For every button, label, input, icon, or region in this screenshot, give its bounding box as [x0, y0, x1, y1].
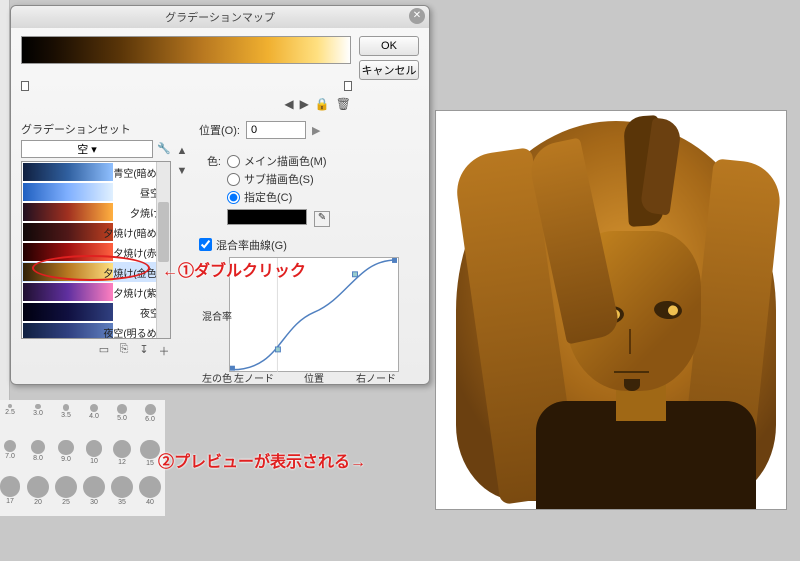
curve-checkbox[interactable]: 混合率曲線(G) — [199, 237, 419, 253]
gradient-preset-item[interactable]: 夕焼け(紫) — [22, 282, 170, 302]
position-label: 位置(O): — [199, 122, 240, 138]
position-stepper-icon[interactable]: ▶ — [312, 124, 320, 137]
gradient-preset-item[interactable]: 夕焼け — [22, 202, 170, 222]
brush-size-item[interactable]: 17 — [0, 476, 21, 506]
gradient-map-dialog: グラデーションマップ ✕ OK キャンセル ◀ ▶ 🔒 🗑 グラデーションセット — [10, 5, 430, 385]
move-up-icon[interactable]: ▲ — [175, 145, 189, 159]
eyedropper-icon[interactable]: ✎ — [314, 211, 330, 227]
color-swatch[interactable] — [227, 209, 307, 225]
mixing-curve-graph[interactable]: 混合率 左の色 左ノード 位置 右ノード — [229, 257, 399, 372]
gradient-preview-bar[interactable] — [21, 36, 351, 64]
dialog-titlebar[interactable]: グラデーションマップ ✕ — [11, 6, 429, 28]
color-label: 色: — [199, 153, 221, 227]
brush-size-palette: 2.53.03.54.05.06.07.08.09.01012151720253… — [0, 400, 165, 516]
gradient-preset-item[interactable]: 夜空 — [22, 302, 170, 322]
brush-size-item[interactable]: 6.0 — [139, 404, 161, 434]
brush-size-item[interactable]: 20 — [27, 476, 49, 506]
close-icon[interactable]: ✕ — [409, 8, 425, 24]
add-icon[interactable]: ＋ — [157, 343, 171, 357]
brush-size-item[interactable]: 9.0 — [55, 440, 77, 470]
brush-size-item[interactable]: 15 — [139, 440, 161, 470]
radio-custom-color[interactable]: 指定色(C) — [227, 189, 330, 205]
next-stop-icon[interactable]: ▶ — [300, 97, 309, 111]
brush-size-item[interactable]: 3.0 — [27, 404, 49, 434]
gradient-preset-item[interactable]: 夕焼け(暗め) — [22, 222, 170, 242]
brush-size-item[interactable]: 8.0 — [27, 440, 49, 470]
lock-icon[interactable]: 🔒 — [315, 97, 330, 111]
gradient-preset-item[interactable]: 夕焼け(金色) — [22, 262, 170, 282]
gradient-stops[interactable] — [21, 79, 351, 91]
brush-size-item[interactable]: 4.0 — [83, 404, 105, 434]
move-down-icon[interactable]: ▼ — [175, 165, 189, 179]
list-scrollbar[interactable] — [156, 162, 170, 338]
brush-size-item[interactable]: 10 — [83, 440, 105, 470]
gradient-preset-item[interactable]: 昼空 — [22, 182, 170, 202]
brush-size-item[interactable]: 2.5 — [0, 404, 21, 434]
left-toolbar-edge — [0, 0, 10, 400]
radio-sub-color[interactable]: サブ描画色(S) — [227, 171, 330, 187]
gradient-preset-item[interactable]: 夕焼け(赤) — [22, 242, 170, 262]
brush-size-item[interactable]: 3.5 — [55, 404, 77, 434]
brush-size-item[interactable]: 40 — [139, 476, 161, 506]
cancel-button[interactable]: キャンセル — [359, 60, 419, 80]
gradient-preset-item[interactable]: 夜空(明るめ) — [22, 322, 170, 339]
position-input[interactable] — [246, 121, 306, 139]
trash-icon[interactable]: 🗑 — [336, 97, 351, 111]
ok-button[interactable]: OK — [359, 36, 419, 56]
brush-size-item[interactable]: 35 — [111, 476, 133, 506]
brush-size-item[interactable]: 30 — [83, 476, 105, 506]
gradient-preset-list[interactable]: 青空(暗め)昼空夕焼け夕焼け(暗め)夕焼け(赤)夕焼け(金色)夕焼け(紫)夜空夜… — [21, 161, 171, 339]
radio-main-color[interactable]: メイン描画色(M) — [227, 153, 330, 169]
dialog-title: グラデーションマップ — [165, 9, 275, 25]
gradient-set-label: グラデーションセット — [21, 121, 171, 137]
wrench-icon[interactable]: 🔧 — [157, 142, 171, 156]
prev-stop-icon[interactable]: ◀ — [284, 97, 293, 111]
canvas-preview — [435, 110, 787, 510]
export-icon[interactable]: ↧ — [137, 343, 151, 357]
duplicate-icon[interactable]: ⎘ — [117, 343, 131, 357]
brush-size-item[interactable]: 25 — [55, 476, 77, 506]
brush-size-item[interactable]: 7.0 — [0, 440, 21, 470]
curve-svg — [230, 258, 398, 372]
new-icon[interactable]: ▭ — [97, 343, 111, 357]
gradient-preset-item[interactable]: 青空(暗め) — [22, 162, 170, 182]
gradient-set-select[interactable]: 空 ▾ — [21, 140, 153, 158]
brush-size-item[interactable]: 5.0 — [111, 404, 133, 434]
brush-size-item[interactable]: 12 — [111, 440, 133, 470]
